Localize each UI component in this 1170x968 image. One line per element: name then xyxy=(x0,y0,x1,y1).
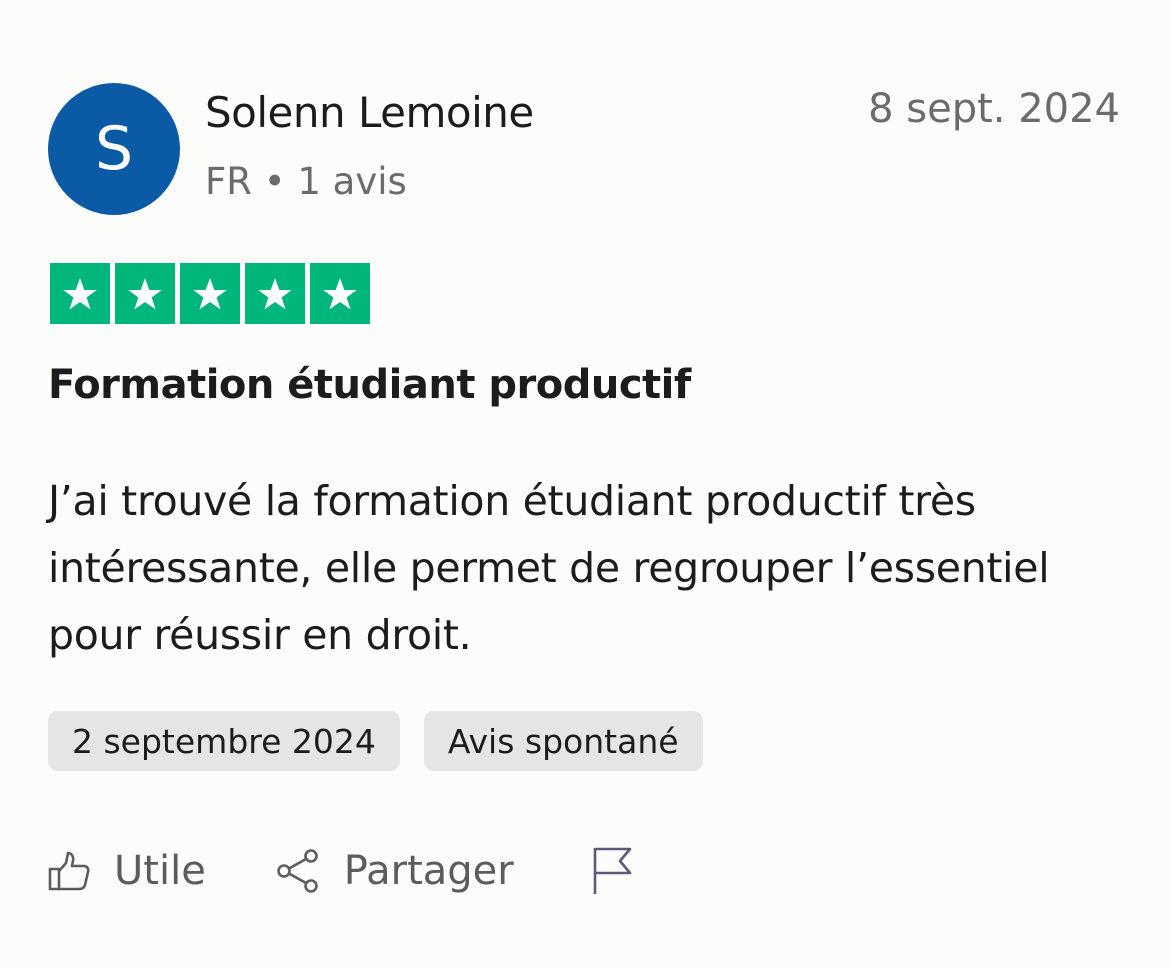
star-icon xyxy=(63,277,97,309)
share-icon xyxy=(276,849,318,893)
star-rating xyxy=(50,263,370,324)
author-meta: FR • 1 avis xyxy=(205,160,407,203)
star-3 xyxy=(180,263,240,324)
star-4 xyxy=(245,263,305,324)
star-2 xyxy=(115,263,175,324)
review-tags: 2 septembre 2024 Avis spontané xyxy=(48,711,703,771)
review-title[interactable]: Formation étudiant productif xyxy=(48,362,691,408)
share-label: Partager xyxy=(343,848,514,894)
star-1 xyxy=(50,263,110,324)
star-icon xyxy=(323,277,357,309)
review-type-badge[interactable]: Avis spontané xyxy=(423,711,703,771)
author-name[interactable]: Solenn Lemoine xyxy=(205,88,534,137)
star-icon xyxy=(128,277,162,309)
review-actions: Utile Partager xyxy=(48,840,634,902)
review-date: 8 sept. 2024 xyxy=(868,86,1120,132)
review-card: S Solenn Lemoine FR • 1 avis 8 sept. 202… xyxy=(0,0,1170,968)
avatar[interactable]: S xyxy=(48,83,180,215)
star-icon xyxy=(258,277,292,309)
star-5 xyxy=(310,263,370,324)
useful-button[interactable]: Utile xyxy=(48,848,206,894)
experience-date-badge: 2 septembre 2024 xyxy=(48,711,400,771)
flag-icon xyxy=(593,847,632,894)
avatar-letter: S xyxy=(94,114,134,184)
report-button[interactable] xyxy=(592,846,634,896)
useful-label: Utile xyxy=(114,848,206,894)
review-body: J’ai trouvé la formation étudiant produc… xyxy=(48,477,1050,659)
thumbs-up-icon xyxy=(48,851,90,891)
share-button[interactable]: Partager xyxy=(276,848,514,894)
star-icon xyxy=(193,277,227,309)
